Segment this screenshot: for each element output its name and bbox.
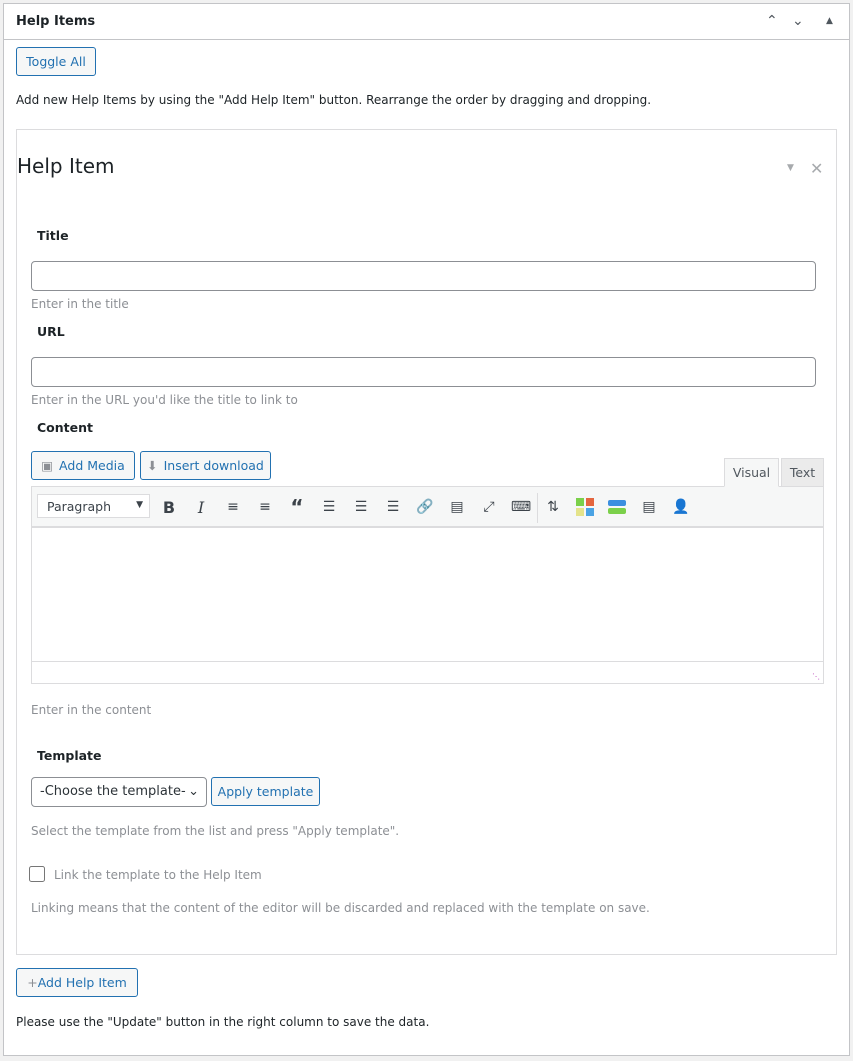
resize-handle-icon[interactable]: ⋱	[812, 672, 820, 681]
blockquote-icon[interactable]: “	[286, 495, 308, 519]
add-media-button[interactable]: ▣ Add Media	[31, 451, 135, 480]
format-select[interactable]: Paragraph ▼	[37, 494, 150, 518]
collapse-toggle-icon[interactable]: ▲	[826, 16, 833, 26]
content-description: Enter in the content	[31, 703, 152, 717]
template-select[interactable]: -Choose the template- ⌄	[31, 777, 207, 807]
link-template-label[interactable]: Link the template to the Help Item	[54, 868, 262, 882]
editor-toolbar: Paragraph ▼ B I ≡ ≡ “ ☰ ☰ ☰ 🔗 ▤ ⤢ ⌨ ⇅ ▤ 👤	[31, 486, 824, 528]
link-template-checkbox[interactable]	[29, 866, 45, 882]
collapse-item-icon[interactable]: ▼	[787, 163, 794, 173]
template-label: Template	[37, 748, 102, 763]
footer-text: Please use the "Update" button in the ri…	[16, 1015, 430, 1029]
url-input[interactable]	[31, 357, 816, 387]
media-icon: ▣	[41, 458, 54, 473]
align-right-icon[interactable]: ☰	[382, 497, 404, 517]
toggle-all-button[interactable]: Toggle All	[16, 47, 96, 76]
chevron-down-icon: ▼	[136, 500, 143, 510]
numbered-list-icon[interactable]: ≡	[254, 497, 276, 517]
download-icon: ⬇	[147, 458, 158, 473]
remove-item-icon[interactable]: ✕	[810, 159, 823, 178]
add-media-label: Add Media	[59, 458, 125, 473]
fullscreen-icon[interactable]: ⤢	[478, 497, 500, 517]
plus-icon: +	[27, 975, 38, 990]
help-items-panel: Help Items ⌃ ⌄ ▲ Toggle All Add new Help…	[3, 3, 850, 1056]
title-description: Enter in the title	[31, 297, 129, 311]
move-up-icon[interactable]: ⌃	[766, 13, 778, 29]
italic-icon[interactable]: I	[190, 497, 212, 517]
align-left-icon[interactable]: ☰	[318, 497, 340, 517]
help-item-heading[interactable]: Help Item	[17, 154, 114, 178]
toolbar-toggle-icon[interactable]: ⌨	[510, 497, 532, 517]
format-select-value: Paragraph	[47, 499, 112, 514]
panel-title: Help Items	[16, 14, 96, 29]
tab-text[interactable]: Text	[781, 458, 824, 487]
url-description: Enter in the URL you'd like the title to…	[31, 393, 298, 407]
template-select-value: -Choose the template-	[40, 784, 186, 799]
content-label: Content	[37, 420, 93, 435]
sort-icon[interactable]: ⇅	[542, 497, 564, 517]
toolbar-divider	[537, 493, 538, 523]
bullet-list-icon[interactable]: ≡	[222, 497, 244, 517]
panel-header: Help Items ⌃ ⌄ ▲	[4, 4, 849, 40]
apply-template-button[interactable]: Apply template	[211, 777, 320, 806]
content-editor[interactable]: ⋱	[31, 528, 824, 684]
add-help-item-label: Add Help Item	[37, 975, 127, 990]
add-help-item-button[interactable]: + Add Help Item	[16, 968, 138, 997]
insert-download-button[interactable]: ⬇ Insert download	[140, 451, 271, 480]
template-description: Select the template from the list and pr…	[31, 824, 400, 838]
layers-icon[interactable]	[606, 497, 628, 517]
tab-visual[interactable]: Visual	[724, 458, 779, 487]
align-center-icon[interactable]: ☰	[350, 497, 372, 517]
intro-text: Add new Help Items by using the "Add Hel…	[16, 93, 652, 107]
list-box-icon[interactable]: ▤	[638, 497, 660, 517]
bold-icon[interactable]: B	[158, 497, 180, 517]
link-description: Linking means that the content of the ed…	[31, 901, 650, 915]
title-label: Title	[37, 228, 69, 243]
link-icon[interactable]: 🔗	[414, 497, 436, 517]
help-item: Help Item ▼ ✕ Title Enter in the title U…	[16, 129, 837, 955]
url-label: URL	[37, 324, 65, 339]
grid-colors-icon[interactable]	[574, 497, 596, 517]
insert-download-label: Insert download	[163, 458, 264, 473]
chevron-down-icon: ⌄	[188, 784, 199, 799]
user-icon[interactable]: 👤	[670, 497, 692, 517]
title-input[interactable]	[31, 261, 816, 291]
move-down-icon[interactable]: ⌄	[792, 13, 804, 29]
editor-statusbar	[32, 661, 823, 683]
read-more-icon[interactable]: ▤	[446, 497, 468, 517]
